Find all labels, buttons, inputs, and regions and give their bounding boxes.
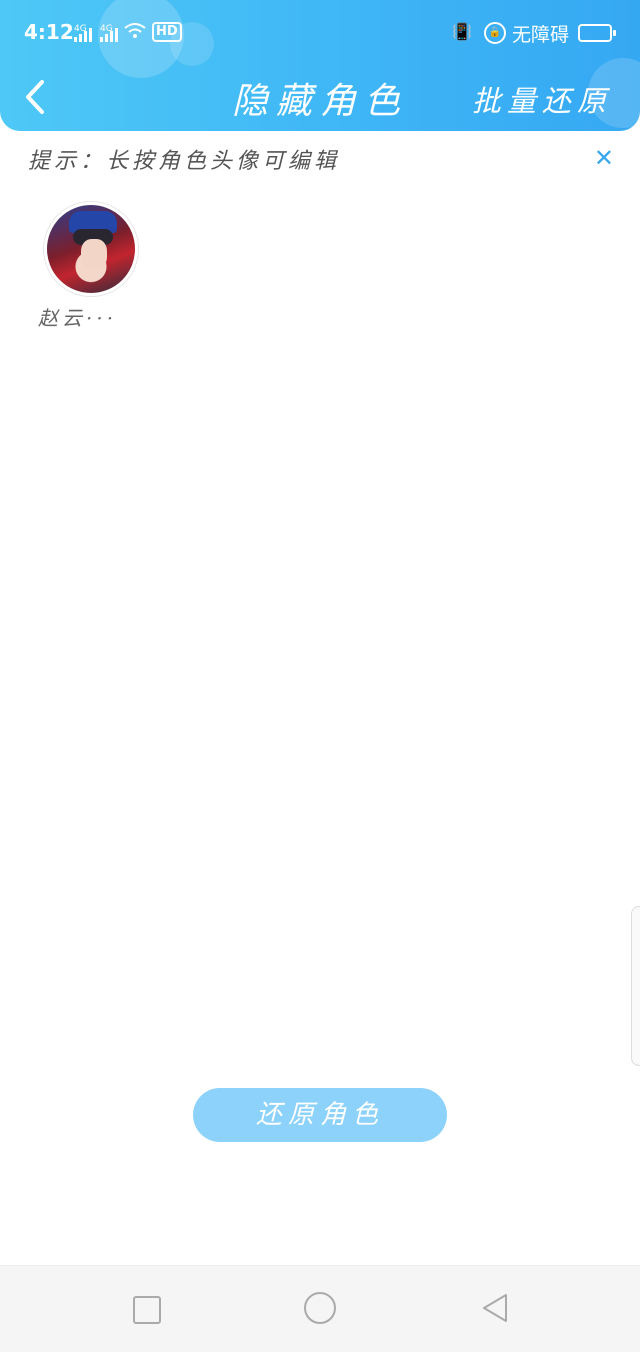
avatar-face (81, 239, 107, 269)
role-item[interactable]: 赵云··· (38, 202, 138, 331)
status-bar: 4:12 4G 4G HD 📳 🔒 无障碍 (0, 0, 640, 62)
close-icon[interactable]: ✕ (594, 144, 614, 172)
status-time: 4:12 (24, 20, 74, 44)
avatar[interactable] (44, 202, 138, 296)
wifi-icon (124, 23, 146, 38)
header-bar: 4:12 4G 4G HD 📳 🔒 无障碍 隐藏角色 批量还原 (0, 0, 640, 131)
system-nav-bar (0, 1265, 640, 1352)
rotation-lock-icon: 🔒 (484, 22, 506, 44)
vibrate-icon: 📳 (452, 22, 472, 41)
side-edge-handle[interactable] (631, 906, 640, 1066)
nav-recent-icon[interactable] (133, 1296, 161, 1324)
hd-badge: HD (152, 22, 182, 42)
batch-restore-button[interactable]: 批量还原 (472, 78, 612, 120)
nav-back-icon[interactable] (480, 1292, 510, 1324)
signal-icon (74, 26, 96, 42)
role-name: 赵云··· (38, 306, 118, 330)
accessibility-label: 无障碍 (512, 24, 570, 46)
hint-text: 提示：长按角色头像可编辑 (28, 149, 341, 174)
restore-role-button[interactable]: 还原角色 (193, 1088, 447, 1142)
battery-icon (578, 24, 616, 42)
signal-icon (100, 26, 122, 42)
nav-home-icon[interactable] (304, 1292, 336, 1324)
